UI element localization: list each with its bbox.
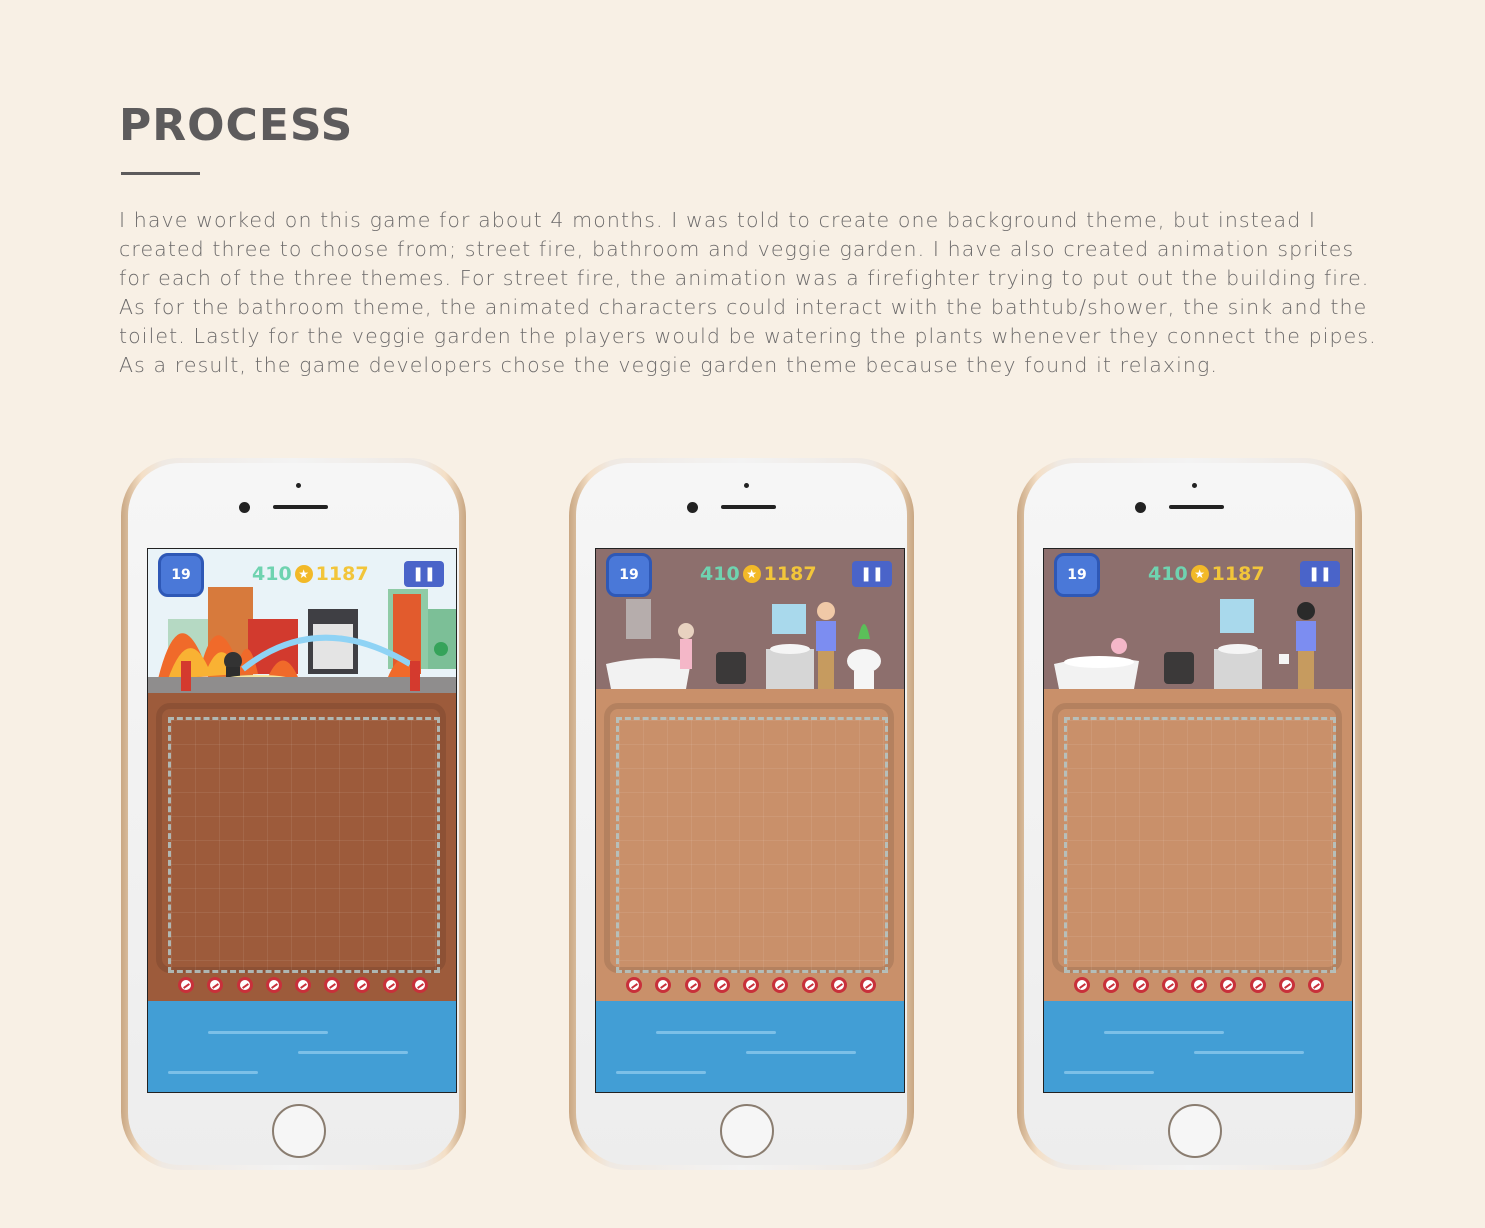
pause-icon: ❚❚ [1308, 566, 1332, 582]
valve-icon[interactable] [382, 977, 399, 993]
wave-line [1104, 1031, 1224, 1034]
valve-icon[interactable] [412, 977, 428, 993]
water-pool [1044, 1001, 1352, 1092]
pause-button[interactable]: ❚❚ [852, 561, 892, 587]
valve-row [1074, 977, 1324, 1001]
valve-icon[interactable] [1074, 977, 1090, 993]
score-right: 1187 [1211, 563, 1265, 585]
score-left: 410 [700, 563, 740, 585]
wave-line [298, 1051, 408, 1054]
valve-row [626, 977, 876, 1001]
score-display: 410 ★ 1187 [1148, 561, 1265, 587]
home-button[interactable] [720, 1104, 774, 1158]
phone-street-fire: 19 410 ★ 1187 ❚❚ [121, 458, 466, 1170]
valve-icon[interactable] [178, 977, 194, 993]
phone-body: 19 410 ★ 1187 ❚❚ [1024, 463, 1355, 1165]
wave-line [168, 1071, 258, 1074]
valve-icon[interactable] [830, 977, 847, 993]
valve-icon[interactable] [1161, 977, 1178, 993]
water-pool [596, 1001, 904, 1092]
score-display: 410 ★ 1187 [252, 561, 369, 587]
earpiece-speaker [1169, 505, 1224, 509]
title-underline [121, 172, 200, 175]
valve-icon[interactable] [324, 977, 341, 993]
game-screen: 19 410 ★ 1187 ❚❚ [147, 548, 457, 1093]
game-screen: 19 410 ★ 1187 ❚❚ [1043, 548, 1353, 1093]
score-display: 410 ★ 1187 [700, 561, 817, 587]
pipe-grid[interactable] [616, 717, 888, 973]
pipe-grid[interactable] [1064, 717, 1336, 973]
phone-body: 19 410 ★ 1187 ❚❚ [128, 463, 459, 1165]
score-right: 1187 [315, 563, 369, 585]
wave-line [1194, 1051, 1304, 1054]
earpiece-speaker [273, 505, 328, 509]
valve-icon[interactable] [655, 977, 672, 993]
valve-icon[interactable] [1278, 977, 1295, 993]
valve-icon[interactable] [1220, 977, 1237, 993]
valve-row [178, 977, 428, 1001]
valve-icon[interactable] [265, 977, 282, 993]
pause-icon: ❚❚ [860, 566, 884, 582]
valve-icon[interactable] [801, 977, 818, 993]
valve-icon[interactable] [1103, 977, 1120, 993]
wave-line [208, 1031, 328, 1034]
front-sensor [1192, 483, 1197, 488]
wave-line [656, 1031, 776, 1034]
valve-icon[interactable] [1191, 977, 1207, 993]
front-sensor [296, 483, 301, 488]
wave-line [1064, 1071, 1154, 1074]
level-badge: 19 [1054, 553, 1100, 597]
game-screen: 19 410 ★ 1187 ❚❚ [595, 548, 905, 1093]
medal-icon: ★ [742, 565, 761, 583]
medal-icon: ★ [1190, 565, 1209, 583]
valve-icon[interactable] [353, 977, 370, 993]
score-left: 410 [252, 563, 292, 585]
valve-icon[interactable] [1249, 977, 1266, 993]
medal-icon: ★ [294, 565, 313, 583]
home-button[interactable] [1168, 1104, 1222, 1158]
valve-icon[interactable] [626, 977, 642, 993]
level-badge: 19 [606, 553, 652, 597]
pipe-grid[interactable] [168, 717, 440, 973]
valve-icon[interactable] [860, 977, 876, 993]
phone-body: 19 410 ★ 1187 ❚❚ [576, 463, 907, 1165]
front-sensor [744, 483, 749, 488]
valve-icon[interactable] [207, 977, 224, 993]
earpiece-speaker [721, 505, 776, 509]
phone-bathroom-bath: 19 410 ★ 1187 ❚❚ [1017, 458, 1362, 1170]
valve-icon[interactable] [1132, 977, 1149, 993]
valve-icon[interactable] [713, 977, 730, 993]
valve-icon[interactable] [236, 977, 253, 993]
valve-icon[interactable] [1308, 977, 1324, 993]
valve-icon[interactable] [743, 977, 759, 993]
pause-button[interactable]: ❚❚ [1300, 561, 1340, 587]
front-camera [687, 502, 698, 513]
page-title: PROCESS [119, 100, 354, 151]
level-badge: 19 [158, 553, 204, 597]
front-camera [1135, 502, 1146, 513]
water-pool [148, 1001, 456, 1092]
pause-button[interactable]: ❚❚ [404, 561, 444, 587]
valve-icon[interactable] [772, 977, 789, 993]
wave-line [746, 1051, 856, 1054]
valve-icon[interactable] [295, 977, 311, 993]
wave-line [616, 1071, 706, 1074]
process-description: I have worked on this game for about 4 m… [119, 208, 1377, 377]
score-left: 410 [1148, 563, 1188, 585]
phone-bathroom-shower: 19 410 ★ 1187 ❚❚ [569, 458, 914, 1170]
valve-icon[interactable] [684, 977, 701, 993]
score-right: 1187 [763, 563, 817, 585]
home-button[interactable] [272, 1104, 326, 1158]
pause-icon: ❚❚ [412, 566, 436, 582]
front-camera [239, 502, 250, 513]
